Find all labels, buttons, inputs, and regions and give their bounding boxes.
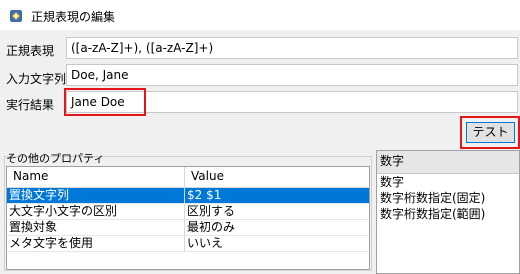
property-value[interactable]: $2 $1: [185, 188, 369, 203]
property-name: 置換文字列: [7, 188, 185, 203]
regex-editor-icon: [10, 10, 22, 22]
input-string-field[interactable]: Doe, Jane: [66, 64, 518, 86]
column-header-value[interactable]: Value: [185, 167, 369, 187]
grid-header: Name Value: [7, 167, 369, 188]
result-label: 実行結果: [6, 98, 55, 112]
table-row[interactable]: メタ文字を使用 いいえ: [7, 236, 369, 252]
column-header-name[interactable]: Name: [7, 167, 185, 187]
property-value[interactable]: 最初のみ: [185, 220, 369, 235]
list-item[interactable]: 数字: [377, 174, 519, 190]
window-title: 正規表現の編集: [31, 10, 116, 24]
regex-field[interactable]: ([a-zA-Z]+), ([a-zA-Z]+): [66, 37, 518, 59]
pattern-list-header: 数字: [377, 151, 519, 174]
properties-title: その他のプロパティ: [6, 152, 105, 165]
property-name: メタ文字を使用: [7, 236, 185, 251]
list-item[interactable]: 数字桁数指定(固定): [377, 190, 519, 206]
test-button[interactable]: テスト: [466, 122, 515, 143]
properties-grid[interactable]: Name Value 置換文字列 $2 $1 大文字小文字の区別 区別する 置換…: [6, 166, 370, 270]
property-name: 置換対象: [7, 220, 185, 235]
table-row[interactable]: 置換文字列 $2 $1: [7, 188, 369, 204]
title-bar: 正規表現の編集: [0, 0, 520, 30]
pattern-list-panel[interactable]: 数字 数字 数字桁数指定(固定) 数字桁数指定(範囲): [376, 150, 520, 274]
property-value[interactable]: 区別する: [185, 204, 369, 219]
property-name: 大文字小文字の区別: [7, 204, 185, 219]
table-row[interactable]: 大文字小文字の区別 区別する: [7, 204, 369, 220]
regex-label: 正規表現: [6, 44, 55, 58]
list-item[interactable]: 数字桁数指定(範囲): [377, 206, 519, 222]
result-highlight-box: [64, 88, 146, 116]
input-string-label: 入力文字列: [6, 72, 67, 86]
table-row[interactable]: 置換対象 最初のみ: [7, 220, 369, 236]
property-value[interactable]: いいえ: [185, 236, 369, 251]
